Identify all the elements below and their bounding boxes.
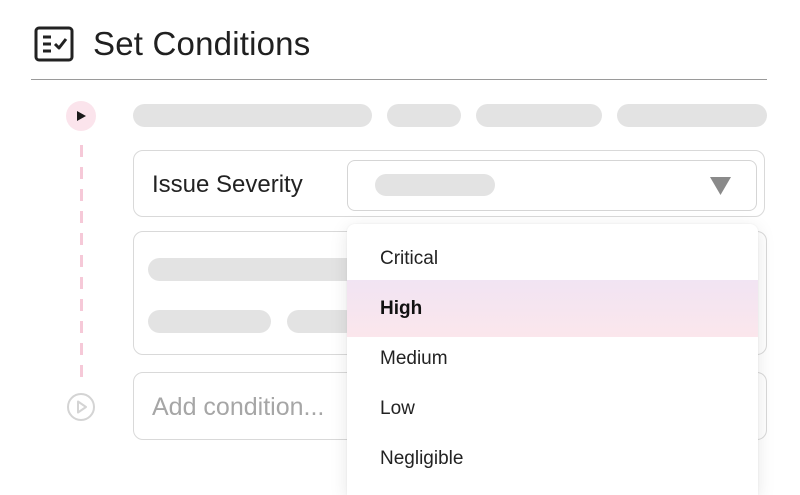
play-outline-icon[interactable] (66, 392, 96, 422)
skeleton-bar (133, 104, 372, 127)
severity-dropdown-menu: Critical High Medium Low Negligible (347, 224, 758, 495)
dropdown-option-high[interactable]: High (347, 280, 758, 337)
dropdown-option-critical[interactable]: Critical (347, 230, 758, 287)
play-icon (77, 111, 86, 121)
step-play-button[interactable] (66, 101, 96, 131)
header-divider (31, 79, 767, 80)
set-conditions-panel: Set Conditions Issue Severity Add condit… (0, 0, 800, 495)
checklist-icon (34, 26, 74, 62)
add-condition-placeholder: Add condition... (152, 393, 325, 421)
triangle-down-icon[interactable] (709, 176, 732, 196)
select-value-placeholder (375, 174, 495, 196)
timeline-connector (80, 145, 83, 385)
condition-label: Issue Severity (152, 171, 303, 198)
dropdown-option-medium[interactable]: Medium (347, 330, 758, 387)
skeleton-bar (617, 104, 767, 127)
page-title: Set Conditions (93, 25, 311, 62)
skeleton-bar (148, 310, 271, 333)
skeleton-bar (148, 258, 358, 281)
skeleton-bar (387, 104, 461, 127)
dropdown-option-low[interactable]: Low (347, 380, 758, 437)
skeleton-bar (476, 104, 602, 127)
dropdown-option-negligible[interactable]: Negligible (347, 430, 758, 487)
